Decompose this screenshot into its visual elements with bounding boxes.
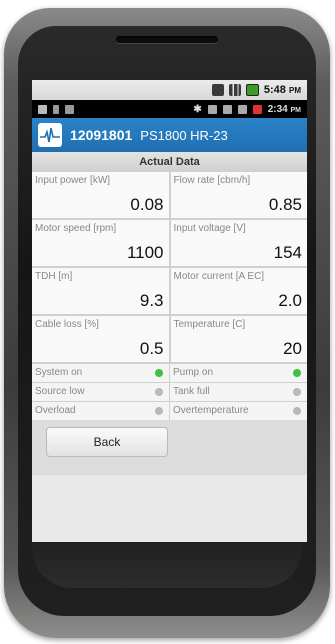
status-led-icon [155,388,163,396]
time-top: 5:48 [263,84,286,96]
status-led-icon [155,407,163,415]
app-bar: 12091801 PS1800 HR-23 [32,118,307,152]
sim-icon [222,104,232,114]
status-label: Overtemperature [173,405,249,416]
app-id: 12091801 [70,127,133,143]
data-cell-label: Motor speed [rpm] [35,223,117,234]
data-cell-label: Temperature [C] [173,319,246,330]
data-cell-value: 2.0 [278,291,302,310]
lock-icon [65,104,74,114]
data-cell: Temperature [C] 20 [170,316,307,362]
status-led-icon [293,369,301,377]
status-bar-top: 5:48 PM [32,80,307,100]
data-cell: Flow rate [cbm/h] 0.85 [170,172,307,218]
data-cell: Input power [kW] 0.08 [32,172,169,218]
status-label: Source low [35,386,85,397]
status-label: Tank full [173,386,210,397]
section-title: Actual Data [32,152,307,172]
ampm-top: PM [289,86,301,95]
phone-speaker [116,36,218,43]
status-row: Source low [32,383,169,401]
data-cell: Motor current [A EC] 2.0 [170,268,307,314]
status-label: System on [35,367,83,378]
status-grid: System on Pump on Source low Tank full Overl… [32,364,307,420]
status-row: Overload [32,402,169,420]
status-label: Pump on [173,367,214,378]
status-row: Overtemperature [170,402,307,420]
data-cell: Input voltage [V] 154 [170,220,307,266]
screen: 5:48 PM ✱ 2:34 PM 12091801 PS1800 HR-23 … [32,80,307,542]
data-cell-label: Input power [kW] [35,175,111,186]
status-label: Overload [35,405,76,416]
ampm-bottom: PM [290,106,302,114]
usb-icon [53,104,59,114]
data-cell-value: 1100 [126,243,164,262]
battery-small-icon [252,104,262,114]
app-model: PS1800 HR-23 [140,127,228,143]
data-cell-value: 0.5 [139,339,164,358]
status-led-icon [155,369,163,377]
notification-icon [38,104,47,114]
data-grid: Input power [kW] 0.08 Flow rate [cbm/h] 0.8… [32,172,307,364]
status-time-bottom: 2:34 PM [268,104,301,115]
data-cell-label: Input voltage [V] [173,223,246,234]
status-row: System on [32,364,169,382]
data-cell-value: 9.3 [139,291,164,310]
data-cell-value: 0.08 [130,195,164,214]
signal-icon [228,84,241,96]
wifi-small-icon [207,104,217,114]
bluetooth-icon: ✱ [193,103,202,115]
data-cell: Cable loss [%] 0.5 [32,316,169,362]
data-cell-value: 154 [273,243,302,262]
data-cell-label: Flow rate [cbm/h] [173,175,251,186]
battery-icon [245,84,259,96]
status-row: Pump on [170,364,307,382]
button-area: Back [32,420,307,475]
app-logo-icon [38,123,62,147]
status-time-top: 5:48 PM [264,84,301,96]
wifi-icon [211,84,224,96]
data-cell-label: TDH [m] [35,271,73,282]
data-cell-value: 0.85 [268,195,302,214]
signal-small-icon [237,104,247,114]
data-cell-value: 20 [283,339,302,358]
status-led-icon [293,407,301,415]
back-button[interactable]: Back [46,427,168,457]
status-row: Tank full [170,383,307,401]
data-cell-label: Motor current [A EC] [173,271,265,282]
data-cell: Motor speed [rpm] 1100 [32,220,169,266]
data-cell: TDH [m] 9.3 [32,268,169,314]
time-bottom: 2:34 [267,103,288,115]
data-cell-label: Cable loss [%] [35,319,99,330]
status-led-icon [293,388,301,396]
status-bar-app: ✱ 2:34 PM [32,100,307,118]
